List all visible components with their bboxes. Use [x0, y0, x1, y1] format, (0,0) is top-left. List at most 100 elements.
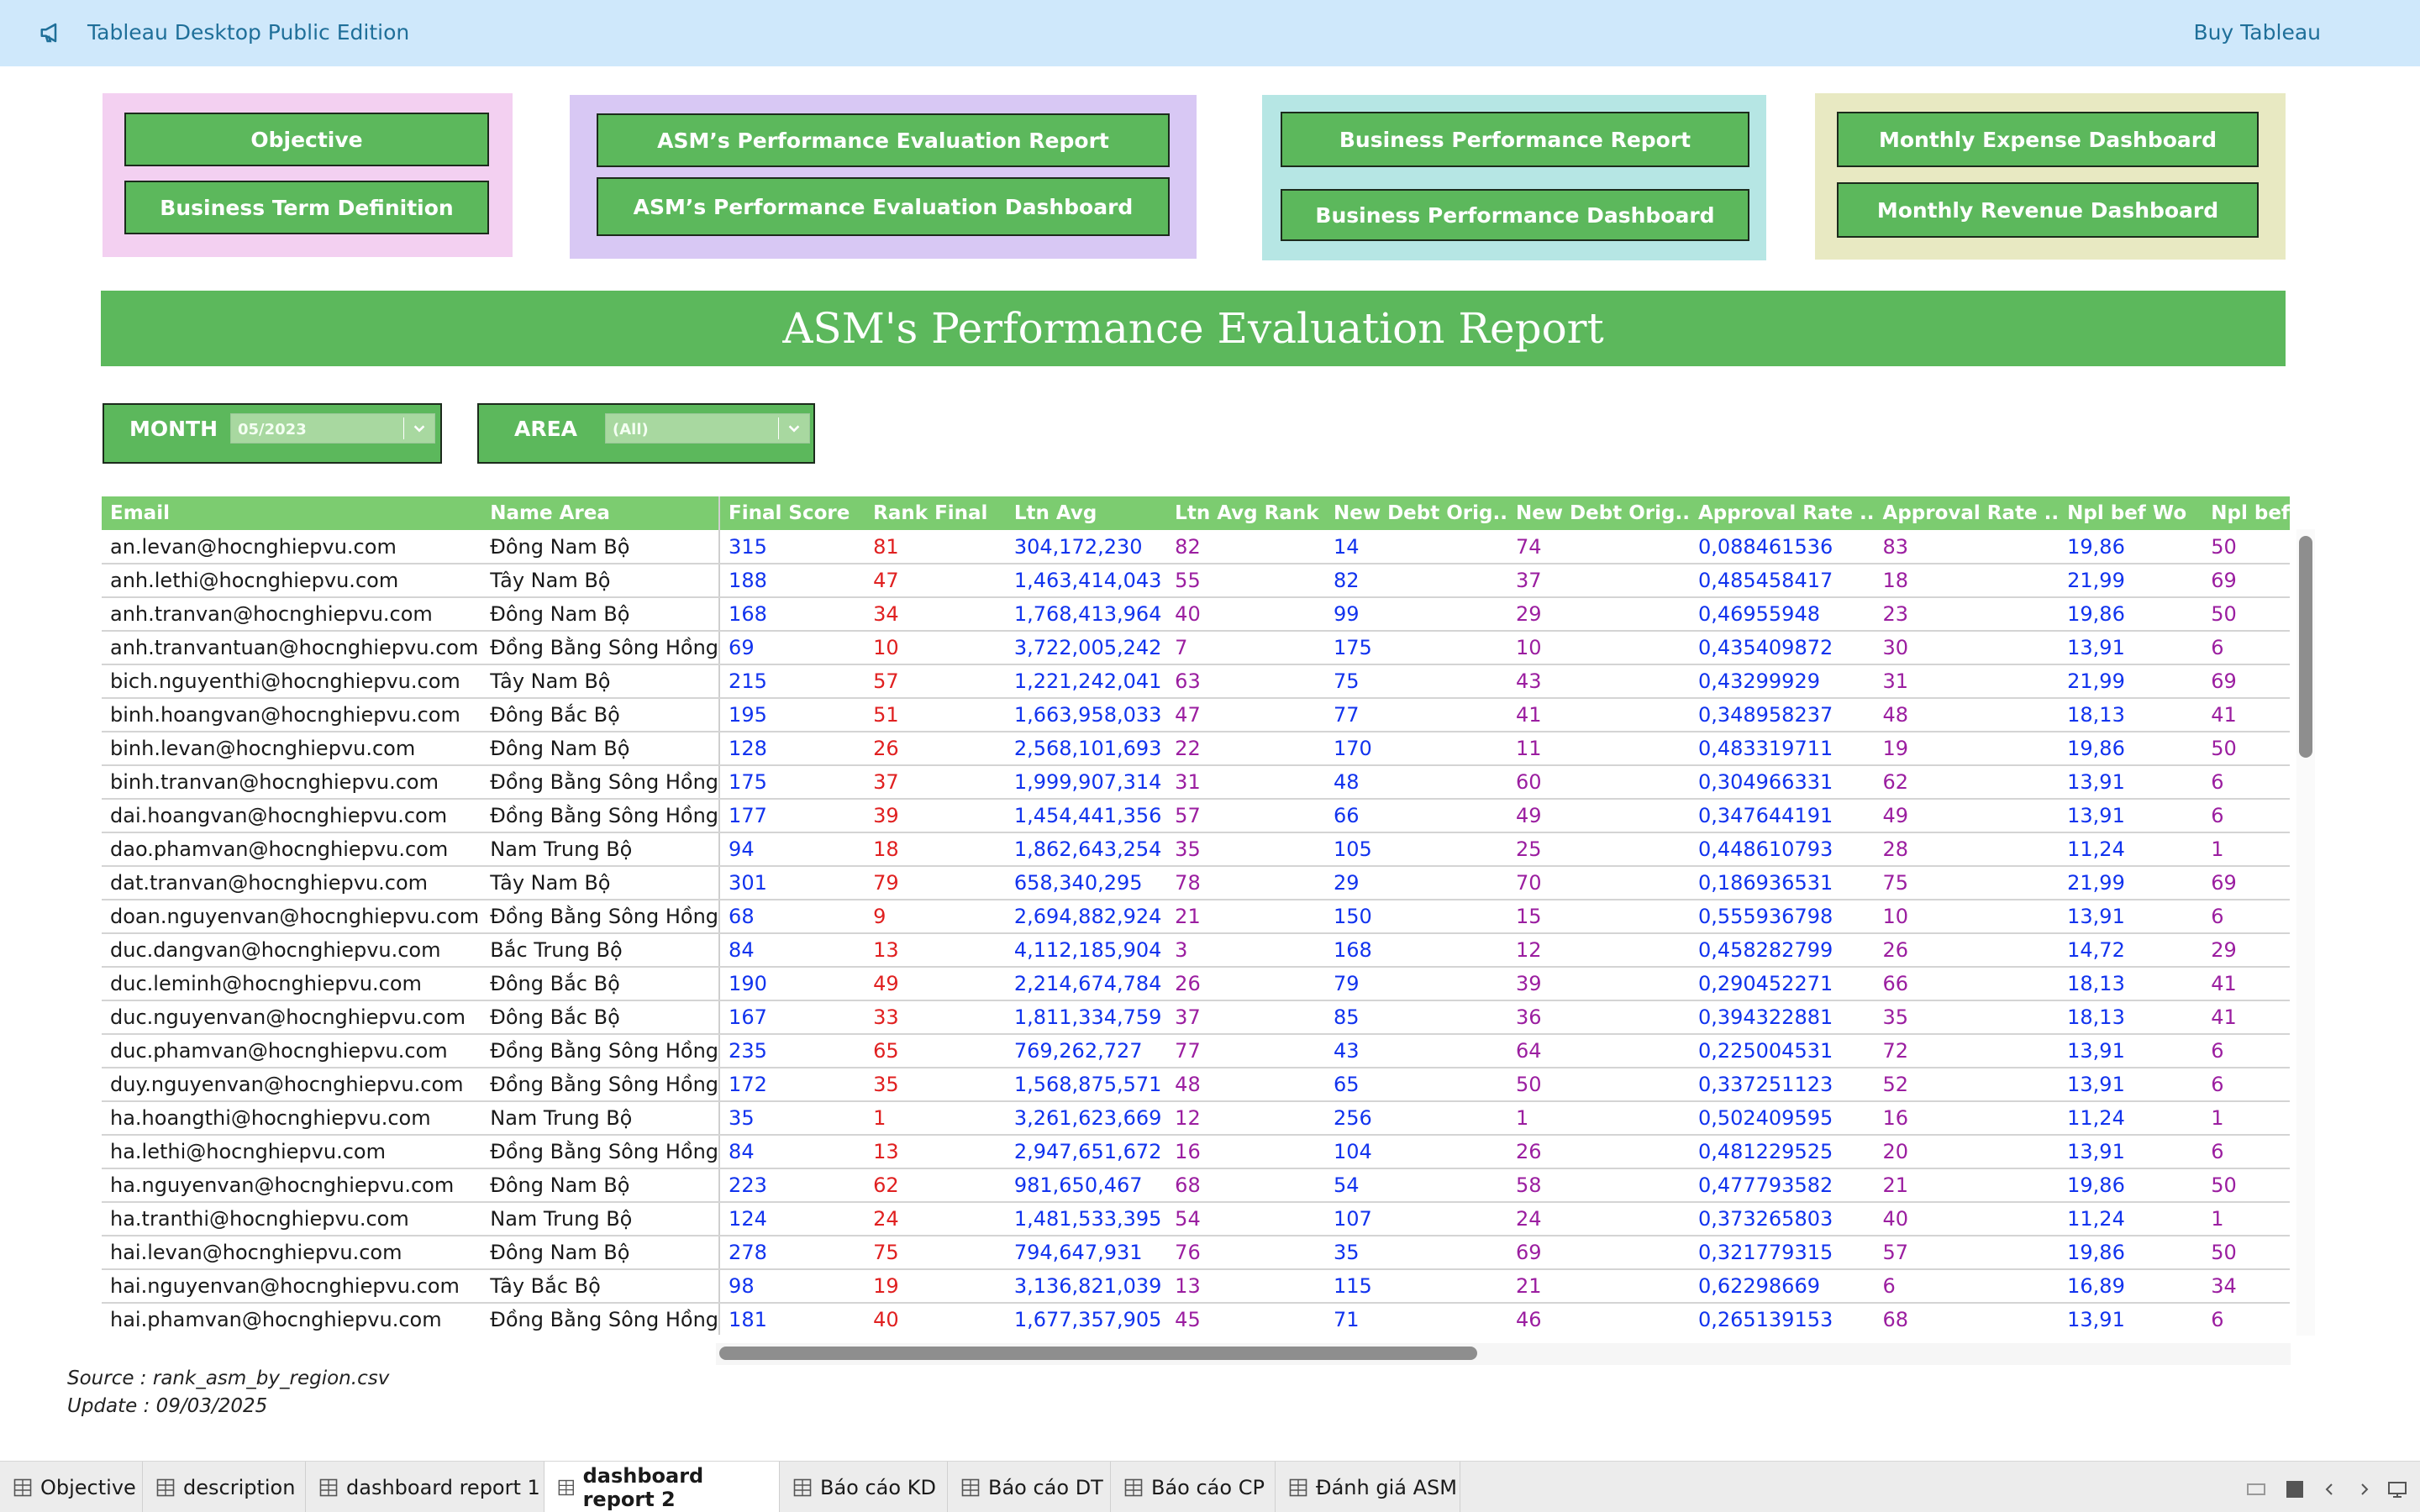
- column-header[interactable]: Ltn Avg: [1005, 496, 1167, 530]
- table-row[interactable]: anh.tranvan@hocnghiepvu.com Đông Nam Bộ 16…: [102, 597, 2290, 632]
- nav-group-objective: Objective Business Term Definition: [103, 93, 513, 257]
- rank-final-cell: 47: [865, 564, 1006, 598]
- month-dropdown[interactable]: 05/2023: [230, 413, 435, 444]
- column-header[interactable]: Email: [102, 496, 482, 530]
- ltn-avg-rank-cell: 63: [1166, 664, 1325, 699]
- approval-rate-rank-cell: 19: [1874, 732, 2060, 766]
- table-row[interactable]: dai.hoangvan@hocnghiepvu.com Đồng Bằng Sô…: [102, 799, 2290, 833]
- business-dashboard-button[interactable]: Business Performance Dashboard: [1281, 189, 1749, 241]
- column-header[interactable]: Rank Final: [865, 496, 1006, 530]
- rank-final-cell: 18: [865, 832, 1006, 867]
- monthly-revenue-button[interactable]: Monthly Revenue Dashboard: [1837, 182, 2259, 238]
- table-row[interactable]: ha.hoangthi@hocnghiepvu.com Nam Trung Bộ 3…: [102, 1101, 2290, 1136]
- ltn-avg-cell: 1,463,414,043: [1005, 564, 1167, 598]
- email-cell: an.levan@hocnghiepvu.com: [102, 530, 482, 564]
- table-row[interactable]: doan.nguyenvan@hocnghiepvu.com Đồng Bằng …: [102, 900, 2290, 934]
- column-header[interactable]: Npl bef: [2202, 496, 2290, 530]
- horizontal-scrollbar[interactable]: [719, 1347, 1477, 1360]
- monthly-expense-button[interactable]: Monthly Expense Dashboard: [1837, 112, 2259, 167]
- ltn-avg-rank-cell: 40: [1166, 597, 1325, 632]
- npl-cell: 21,99: [2059, 564, 2203, 598]
- objective-button[interactable]: Objective: [124, 113, 489, 166]
- new-debt-rank-cell: 15: [1507, 900, 1690, 934]
- sheet-tab[interactable]: Đánh giá ASM: [1276, 1462, 1460, 1512]
- sheet-tab[interactable]: Báo cáo CP: [1111, 1462, 1276, 1512]
- grid-icon: [793, 1478, 812, 1496]
- table-row[interactable]: duc.leminh@hocnghiepvu.com Đông Bắc Bộ 190…: [102, 967, 2290, 1001]
- sheet-tab[interactable]: dashboard report 2: [544, 1462, 780, 1512]
- column-header[interactable]: New Debt Orig..: [1507, 496, 1690, 530]
- npl-rank-cell: 6: [2202, 765, 2290, 800]
- sheet-sorter-icon[interactable]: [2286, 1480, 2304, 1499]
- column-header[interactable]: New Debt Orig..: [1324, 496, 1507, 530]
- grid-icon: [13, 1478, 32, 1496]
- column-header[interactable]: Ltn Avg Rank: [1166, 496, 1325, 530]
- column-header[interactable]: Approval Rate ..: [1874, 496, 2060, 530]
- approval-rate-cell: 0,502409595: [1689, 1101, 1875, 1136]
- sheet-tab[interactable]: Objective: [0, 1462, 143, 1512]
- table-row[interactable]: an.levan@hocnghiepvu.com Đông Nam Bộ 315 81…: [102, 530, 2290, 564]
- filmstrip-view-icon[interactable]: [2247, 1480, 2265, 1499]
- tableau-window: Tableau Desktop Public Edition Buy Table…: [0, 0, 2420, 1512]
- presentation-mode-icon[interactable]: [2388, 1480, 2407, 1499]
- new-debt-rank-cell: 11: [1507, 732, 1690, 766]
- area-cell: Đông Bắc Bộ: [481, 1000, 721, 1035]
- sheet-tab[interactable]: dashboard report 1: [306, 1462, 544, 1512]
- email-cell: duy.nguyenvan@hocnghiepvu.com: [102, 1068, 482, 1102]
- source-text: Source : rank_asm_by_region.csv: [67, 1368, 390, 1389]
- table-row[interactable]: binh.levan@hocnghiepvu.com Đông Nam Bộ 128…: [102, 732, 2290, 766]
- rank-final-cell: 19: [865, 1269, 1006, 1304]
- sheet-tab[interactable]: description: [143, 1462, 306, 1512]
- business-term-definition-button[interactable]: Business Term Definition: [124, 181, 489, 234]
- sheet-tab-label: Báo cáo CP: [1151, 1475, 1265, 1499]
- new-debt-cell: 29: [1324, 866, 1507, 900]
- scroll-left-icon[interactable]: [2321, 1480, 2339, 1499]
- sheet-tab-label: Đánh giá ASM: [1316, 1475, 1457, 1499]
- asm-report-button[interactable]: ASM’s Performance Evaluation Report: [597, 113, 1170, 167]
- table-row[interactable]: duc.nguyenvan@hocnghiepvu.com Đông Bắc Bộ…: [102, 1000, 2290, 1035]
- ltn-avg-cell: 1,677,357,905: [1005, 1303, 1167, 1335]
- npl-rank-cell: 6: [2202, 631, 2290, 665]
- approval-rate-rank-cell: 52: [1874, 1068, 2060, 1102]
- rank-final-cell: 10: [865, 631, 1006, 665]
- npl-cell: 13,91: [2059, 631, 2203, 665]
- column-header[interactable]: Npl bef Wo: [2059, 496, 2203, 530]
- approval-rate-rank-cell: 66: [1874, 967, 2060, 1001]
- table-row[interactable]: hai.nguyenvan@hocnghiepvu.com Tây Bắc Bộ 9…: [102, 1269, 2290, 1304]
- scroll-right-icon[interactable]: [2354, 1480, 2373, 1499]
- area-cell: Đồng Bằng Sông Hồng: [481, 1303, 721, 1335]
- column-header[interactable]: Approval Rate ..: [1689, 496, 1875, 530]
- table-row[interactable]: dao.phamvan@hocnghiepvu.com Nam Trung Bộ 9…: [102, 832, 2290, 867]
- table-row[interactable]: anh.tranvantuan@hocnghiepvu.com Đồng Bằng…: [102, 631, 2290, 665]
- table-row[interactable]: binh.tranvan@hocnghiepvu.com Đồng Bằng Sô…: [102, 765, 2290, 800]
- buy-tableau-link[interactable]: Buy Tableau: [2193, 20, 2321, 45]
- table-row[interactable]: hai.phamvan@hocnghiepvu.com Đồng Bằng Sôn…: [102, 1303, 2290, 1335]
- table-row[interactable]: ha.nguyenvan@hocnghiepvu.com Đông Nam Bộ 2…: [102, 1168, 2290, 1203]
- nav-group-business: Business Performance Report Business Per…: [1262, 95, 1766, 260]
- table-row[interactable]: dat.tranvan@hocnghiepvu.com Tây Nam Bộ 301…: [102, 866, 2290, 900]
- column-header[interactable]: Name Area: [481, 496, 721, 530]
- rank-final-cell: 26: [865, 732, 1006, 766]
- table-row[interactable]: duy.nguyenvan@hocnghiepvu.com Đồng Bằng S…: [102, 1068, 2290, 1102]
- grid-icon: [558, 1479, 574, 1495]
- new-debt-rank-cell: 29: [1507, 597, 1690, 632]
- column-header[interactable]: Final Score: [719, 496, 865, 530]
- asm-dashboard-button[interactable]: ASM’s Performance Evaluation Dashboard: [597, 177, 1170, 236]
- table-row[interactable]: binh.hoangvan@hocnghiepvu.com Đông Bắc Bộ…: [102, 698, 2290, 732]
- table-row[interactable]: hai.levan@hocnghiepvu.com Đông Nam Bộ 278 7…: [102, 1236, 2290, 1270]
- ltn-avg-cell: 1,221,242,041: [1005, 664, 1167, 699]
- sheet-tab[interactable]: Báo cáo DT: [948, 1462, 1111, 1512]
- vertical-scrollbar[interactable]: [2299, 536, 2312, 758]
- new-debt-rank-cell: 58: [1507, 1168, 1690, 1203]
- table-row[interactable]: duc.phamvan@hocnghiepvu.com Đồng Bằng Sôn…: [102, 1034, 2290, 1068]
- approval-rate-rank-cell: 30: [1874, 631, 2060, 665]
- table-row[interactable]: bich.nguyenthi@hocnghiepvu.com Tây Nam Bộ…: [102, 664, 2290, 699]
- table-row[interactable]: ha.lethi@hocnghiepvu.com Đồng Bằng Sông H…: [102, 1135, 2290, 1169]
- table-row[interactable]: anh.lethi@hocnghiepvu.com Tây Nam Bộ 188 47…: [102, 564, 2290, 598]
- sheet-tab[interactable]: Báo cáo KD: [780, 1462, 948, 1512]
- business-report-button[interactable]: Business Performance Report: [1281, 112, 1749, 167]
- table-row[interactable]: duc.dangvan@hocnghiepvu.com Bắc Trung Bộ 8…: [102, 933, 2290, 968]
- area-dropdown[interactable]: (All): [605, 413, 810, 444]
- table-row[interactable]: ha.tranthi@hocnghiepvu.com Nam Trung Bộ 12…: [102, 1202, 2290, 1236]
- final-score-cell: 190: [719, 967, 865, 1001]
